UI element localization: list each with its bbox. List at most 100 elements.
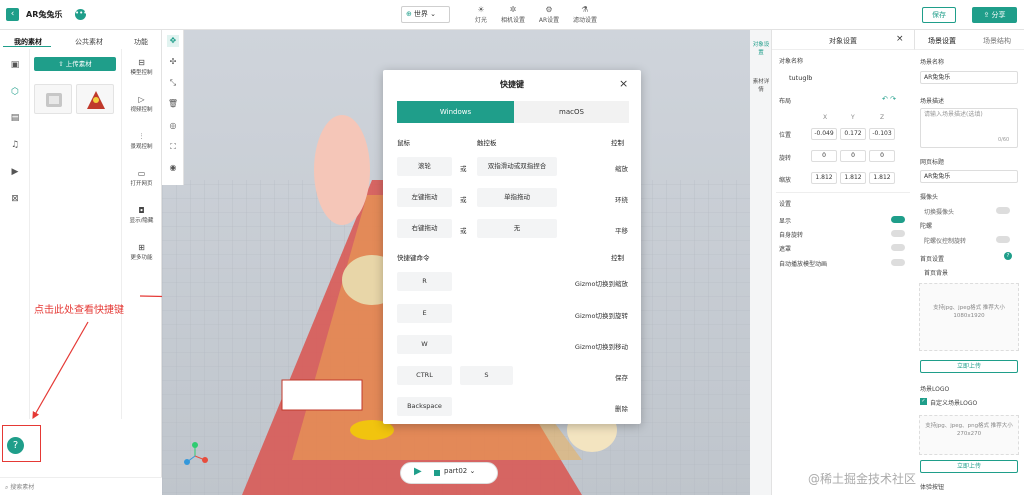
tab-scene-structure[interactable]: 场景结构	[983, 36, 1011, 46]
info-icon[interactable]: ?	[1004, 252, 1012, 260]
shortcut-action: 缩放	[615, 165, 628, 173]
scale-y-input[interactable]: 1.812	[840, 172, 866, 184]
web-title-label: 网页标题	[920, 159, 945, 166]
commands-header: 快捷键命令	[397, 254, 430, 262]
home-bg-label: 首页背景	[924, 270, 949, 277]
or-label: 或	[460, 165, 467, 173]
animation-part-select[interactable]: part02 ⌄	[444, 467, 475, 475]
shortcut-key: 滚轮	[397, 157, 452, 176]
fullscreen-icon[interactable]: ⛶	[167, 141, 179, 153]
shortcut-action: Gizmo切换到旋转	[574, 312, 628, 320]
watermark: @稀土掘金技术社区	[808, 472, 917, 486]
scale-z-input[interactable]: 1.812	[869, 172, 895, 184]
stop-icon[interactable]	[434, 470, 440, 476]
autorotate-label: 自身旋转	[779, 232, 804, 239]
show-label: 显示	[779, 218, 792, 225]
position-z-input[interactable]: -0.103	[869, 128, 895, 140]
home-settings-label: 首页设置	[920, 256, 945, 263]
occlusion-toggle[interactable]	[891, 244, 905, 251]
scene-name-label: 场景名称	[920, 59, 945, 66]
scale-x-input[interactable]: 1.812	[811, 172, 837, 184]
or-label: 或	[460, 227, 467, 235]
home-bg-upload-button[interactable]: 立即上传	[920, 360, 1018, 373]
settings-label: 设置	[779, 201, 792, 208]
eye-icon[interactable]: ◉	[167, 162, 179, 174]
rotation-label: 旋转	[779, 155, 792, 162]
switch-camera-label: 切换摄像头	[924, 209, 955, 216]
layout-label: 布局	[779, 98, 792, 105]
play-icon[interactable]: ▶	[414, 466, 422, 477]
autoplay-toggle[interactable]	[891, 259, 905, 266]
shortcut-action: 删除	[615, 405, 628, 413]
close-icon[interactable]: ×	[896, 34, 904, 44]
shortcut-action: 环绕	[615, 196, 628, 204]
tab-windows[interactable]: Windows	[397, 101, 514, 123]
scene-desc-label: 场景描述	[920, 98, 945, 105]
gyro-toggle[interactable]	[996, 236, 1010, 243]
focus-icon[interactable]: ◎	[167, 120, 179, 132]
shortcut-key: 双指滑动或双指捏合	[477, 157, 557, 176]
autoplay-label: 自动播放模型动画	[779, 261, 828, 268]
right-vertical-tabs	[750, 30, 772, 495]
control-header-2: 控制	[611, 254, 624, 262]
touchpad-header: 触控板	[477, 139, 497, 147]
axis-y-label: Y	[851, 114, 855, 121]
divider	[776, 192, 910, 193]
checkbox-icon[interactable]: ✓	[920, 398, 927, 405]
position-y-input[interactable]: 0.172	[840, 128, 866, 140]
object-settings-title: 对象设置	[829, 37, 857, 45]
switch-camera-toggle[interactable]	[996, 207, 1010, 214]
gyro-label: 陀螺	[920, 223, 933, 230]
vtab-asset-detail[interactable]: 素材详情	[752, 77, 770, 93]
delete-icon[interactable]: 🗑	[167, 98, 179, 110]
control-header: 控制	[611, 139, 624, 147]
object-name-value[interactable]: tutuglb	[789, 74, 812, 82]
scene-name-input[interactable]: AR兔兔乐	[920, 71, 1018, 84]
shortcut-key: S	[460, 366, 513, 385]
vtab-object-settings[interactable]: 对象设置	[752, 40, 770, 56]
occlusion-label: 遮罩	[779, 246, 792, 253]
modal-title: 快捷键	[500, 80, 524, 89]
shortcut-key: 无	[477, 219, 557, 238]
shortcut-key: 右键拖动	[397, 219, 452, 238]
home-bg-upload-area[interactable]: 支持jpg、jpeg格式 推荐大小1080x1920	[919, 283, 1019, 351]
shortcut-key: CTRL	[397, 366, 452, 385]
shortcut-action: 平移	[615, 227, 628, 235]
autorotate-toggle[interactable]	[891, 230, 905, 237]
tab-macos[interactable]: macOS	[514, 101, 629, 123]
web-title-input[interactable]: AR兔兔乐	[920, 170, 1018, 183]
rotation-y-input[interactable]: 0	[840, 150, 866, 162]
shortcut-key: R	[397, 272, 452, 291]
undo-redo-icons[interactable]: ↶ ↷	[882, 95, 896, 103]
axis-gizmo	[184, 442, 208, 465]
logo-upload-area[interactable]: 支持jpg、jpeg、png格式 推荐大小270x270	[919, 415, 1019, 455]
logo-upload-button[interactable]: 立即上传	[920, 460, 1018, 473]
position-label: 位置	[779, 132, 792, 139]
shortcut-action: Gizmo切换到移动	[574, 343, 628, 351]
experience-button-label: 体验按钮	[920, 484, 945, 491]
modal-close-icon[interactable]: ×	[619, 77, 628, 90]
axis-z-label: Z	[880, 114, 885, 121]
rotate-icon[interactable]: ✣	[167, 56, 179, 68]
desc-count: 0/60	[998, 137, 1010, 143]
shortcut-key: 单指拖动	[477, 188, 557, 207]
scale-icon[interactable]: ⤡	[167, 77, 179, 89]
custom-logo-label: 自定义场景LOGO	[930, 400, 978, 407]
shortcut-key: Backspace	[397, 397, 452, 416]
scene-logo-label: 场景LOGO	[920, 386, 950, 393]
gyro-sub-label: 陀螺仪控制旋转	[924, 238, 967, 245]
position-x-input[interactable]: -0.049	[811, 128, 837, 140]
shortcut-key: W	[397, 335, 452, 354]
mouse-header: 鼠标	[397, 139, 410, 147]
shortcut-action: Gizmo切换到缩放	[574, 280, 628, 288]
move-icon[interactable]: ✥	[167, 35, 179, 47]
rotation-x-input[interactable]: 0	[811, 150, 837, 162]
camera-label: 摄像头	[920, 194, 939, 201]
shortcut-key: E	[397, 304, 452, 323]
tab-scene-settings[interactable]: 场景设置	[928, 36, 956, 46]
show-toggle[interactable]	[891, 216, 905, 223]
scale-label: 缩放	[779, 177, 792, 184]
shortcut-key: 左键拖动	[397, 188, 452, 207]
rotation-z-input[interactable]: 0	[869, 150, 895, 162]
object-name-label: 对象名称	[779, 58, 804, 65]
